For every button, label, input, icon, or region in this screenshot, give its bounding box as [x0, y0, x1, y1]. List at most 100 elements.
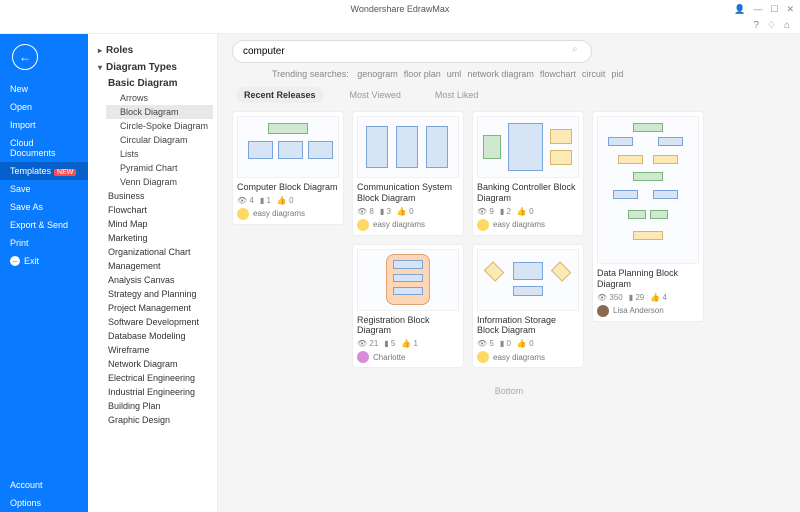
trending-term[interactable]: circuit	[582, 69, 606, 79]
copy-icon: ▮ 29	[629, 293, 645, 302]
minimize-icon[interactable]: —	[753, 4, 762, 14]
tree-category[interactable]: Software Development	[106, 315, 213, 329]
tree-category[interactable]: Electrical Engineering	[106, 371, 213, 385]
side-print[interactable]: Print	[0, 234, 88, 252]
tree-category[interactable]: Graphic Design	[106, 413, 213, 427]
tree-item[interactable]: Lists	[106, 147, 213, 161]
tree-category[interactable]: Marketing	[106, 231, 213, 245]
template-thumbnail	[237, 116, 339, 178]
template-stats: 👁 4 ▮ 1 👍 0	[237, 196, 339, 205]
tree-item[interactable]: Arrows	[106, 91, 213, 105]
side-saveas[interactable]: Save As	[0, 198, 88, 216]
side-options[interactable]: Options	[0, 494, 88, 512]
side-templates[interactable]: TemplatesNEW	[0, 162, 88, 180]
tree-category[interactable]: Wireframe	[106, 343, 213, 357]
tree-category[interactable]: Building Plan	[106, 399, 213, 413]
eye-icon: 👁 9	[477, 207, 494, 216]
avatar	[597, 305, 609, 317]
tree-roles[interactable]: ▸Roles	[92, 42, 213, 59]
copy-icon: ▮ 3	[380, 207, 391, 216]
thumbs-up-icon: 👍 0	[397, 207, 414, 216]
template-card[interactable]: Information Storage Block Diagram 👁 5 ▮ 0 👍…	[472, 244, 584, 369]
tree-category[interactable]: Organizational Chart	[106, 245, 213, 259]
template-title: Communication System Block Diagram	[357, 182, 459, 204]
side-export[interactable]: Export & Send	[0, 216, 88, 234]
tree-category[interactable]: Mind Map	[106, 217, 213, 231]
side-import[interactable]: Import	[0, 116, 88, 134]
avatar	[477, 351, 489, 363]
tree-category[interactable]: Database Modeling	[106, 329, 213, 343]
content-area: ⌕ Trending searches: genogramfloor planu…	[218, 34, 800, 512]
tree-item[interactable]: Circle-Spoke Diagram	[106, 119, 213, 133]
bell-icon[interactable]: ♢	[767, 20, 776, 31]
trending-term[interactable]: flowchart	[540, 69, 576, 79]
template-stats: 👁 21▮ 5👍 1	[357, 339, 459, 348]
user-icon[interactable]: 👤	[734, 4, 745, 15]
search-input[interactable]	[232, 40, 592, 63]
back-button[interactable]: ←	[12, 44, 38, 70]
copy-icon: ▮ 1	[260, 196, 271, 205]
side-save[interactable]: Save	[0, 180, 88, 198]
template-title: Computer Block Diagram	[237, 182, 339, 193]
window-controls: 👤 — ☐ ✕	[734, 4, 794, 15]
search-icon[interactable]: ⌕	[572, 44, 578, 55]
avatar	[357, 351, 369, 363]
tree-item[interactable]: Pyramid Chart	[106, 161, 213, 175]
eye-icon: 👁 4	[237, 196, 254, 205]
template-thumbnail	[357, 116, 459, 178]
thumbs-up-icon: 👍 4	[650, 293, 667, 302]
toolbar: ? ♢ ⌂	[0, 18, 800, 34]
maximize-icon[interactable]: ☐	[770, 4, 778, 15]
close-icon[interactable]: ✕	[786, 4, 794, 15]
cart-icon[interactable]: ⌂	[784, 20, 790, 31]
tree-category[interactable]: Management	[106, 259, 213, 273]
template-stats: 👁 5 ▮ 0 👍 0	[477, 339, 579, 348]
tree-category[interactable]: Business	[106, 189, 213, 203]
tab-viewed[interactable]: Most Viewed	[342, 87, 409, 103]
eye-icon: 👁 350	[597, 293, 623, 302]
tree-category[interactable]: Flowchart	[106, 203, 213, 217]
tree-diagram-types[interactable]: ▾Diagram Types	[92, 59, 213, 76]
side-account[interactable]: Account	[0, 476, 88, 494]
template-thumbnail	[357, 249, 459, 311]
tree-category[interactable]: Strategy and Planning	[106, 287, 213, 301]
template-author: Charlotte	[357, 351, 459, 363]
side-open[interactable]: Open	[0, 98, 88, 116]
template-card[interactable]: Data Planning Block Diagram👁 350▮ 29👍 4L…	[592, 111, 704, 322]
template-card[interactable]: Communication System Block Diagram 👁 8 ▮ 3…	[352, 111, 464, 236]
template-title: Information Storage Block Diagram	[477, 315, 579, 337]
side-cloud[interactable]: Cloud Documents	[0, 134, 88, 162]
side-new[interactable]: New	[0, 80, 88, 98]
template-card[interactable]: Registration Block Diagram👁 21▮ 5👍 1Char…	[352, 244, 464, 369]
tab-liked[interactable]: Most Liked	[427, 87, 487, 103]
tree-basic[interactable]: Basic Diagram	[106, 76, 213, 91]
trending-searches: Trending searches: genogramfloor planuml…	[232, 69, 786, 79]
thumbs-up-icon: 👍 0	[517, 207, 534, 216]
thumbs-up-icon: 👍 0	[277, 196, 294, 205]
side-exit[interactable]: –Exit	[0, 252, 88, 270]
template-card[interactable]: Banking Controller Block Diagram👁 9▮ 2👍 …	[472, 111, 584, 236]
tree-category[interactable]: Industrial Engineering	[106, 385, 213, 399]
tree-category[interactable]: Analysis Canvas	[106, 273, 213, 287]
chevron-right-icon: ▸	[98, 46, 102, 55]
trending-term[interactable]: floor plan	[404, 69, 441, 79]
help-icon[interactable]: ?	[753, 20, 759, 31]
tree-item[interactable]: Block Diagram	[106, 105, 213, 119]
tree-category[interactable]: Network Diagram	[106, 357, 213, 371]
copy-icon: ▮ 0	[500, 339, 511, 348]
tree-category[interactable]: Project Management	[106, 301, 213, 315]
tree-item[interactable]: Circular Diagram	[106, 133, 213, 147]
trending-term[interactable]: network diagram	[467, 69, 534, 79]
template-card[interactable]: Computer Block Diagram👁 4▮ 1👍 0easy diag…	[232, 111, 344, 225]
trending-term[interactable]: pid	[611, 69, 623, 79]
thumbs-up-icon: 👍 0	[517, 339, 534, 348]
trending-term[interactable]: genogram	[357, 69, 398, 79]
eye-icon: 👁 5	[477, 339, 494, 348]
avatar	[357, 219, 369, 231]
tab-recent[interactable]: Recent Releases	[236, 87, 324, 103]
template-stats: 👁 9▮ 2👍 0	[477, 207, 579, 216]
tree-item[interactable]: Venn Diagram	[106, 175, 213, 189]
trending-term[interactable]: uml	[447, 69, 462, 79]
eye-icon: 👁 8	[357, 207, 374, 216]
avatar	[237, 208, 249, 220]
